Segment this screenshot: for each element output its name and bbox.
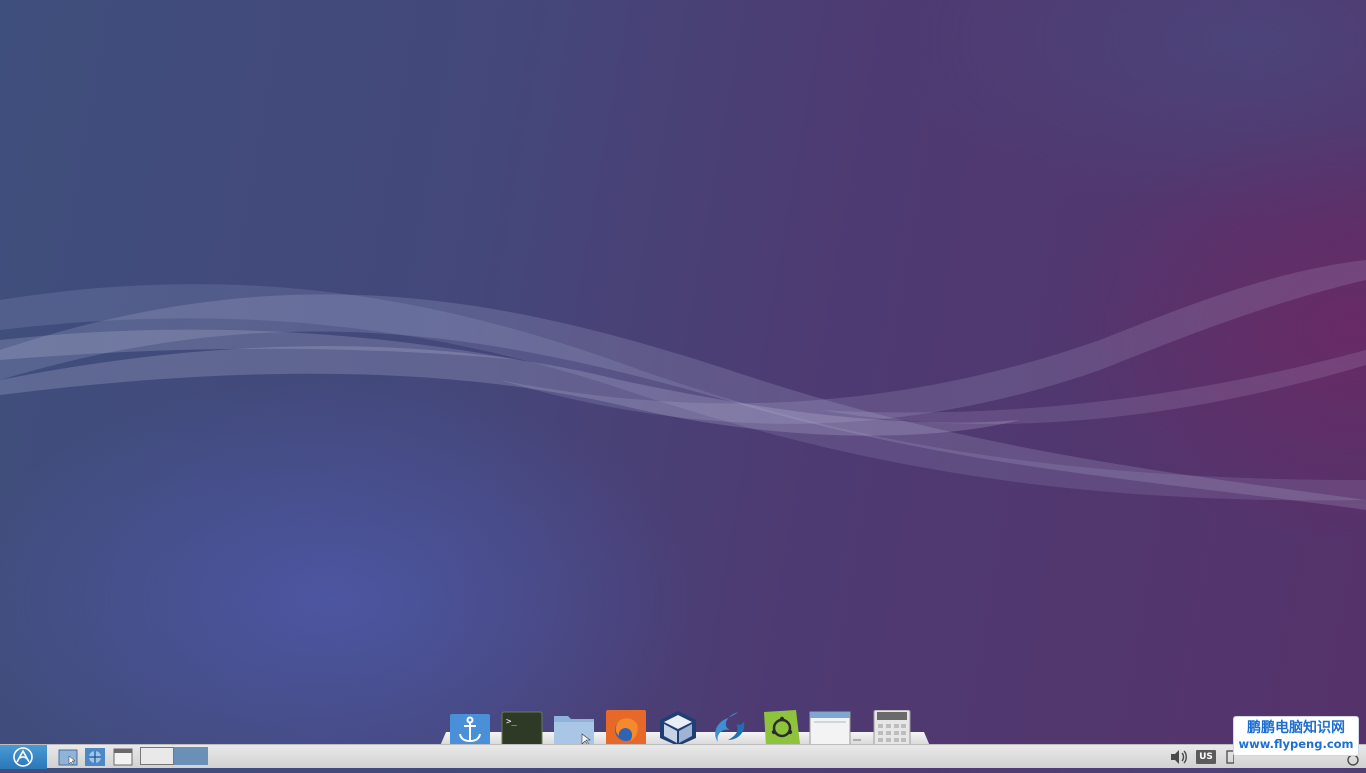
workspace-1[interactable] (140, 747, 174, 765)
terminal-icon[interactable]: >_ (500, 710, 544, 746)
calculator-icon[interactable] (870, 710, 914, 746)
window-app-icon[interactable] (808, 710, 852, 746)
speaker-icon[interactable] (1168, 745, 1190, 769)
network-icon[interactable] (84, 747, 106, 767)
watermark-title: 鹏鹏电脑知识网 (1247, 720, 1345, 736)
firefox-icon[interactable] (604, 710, 648, 746)
dock-separator (850, 710, 864, 746)
keyboard-layout-indicator[interactable]: US (1196, 750, 1216, 764)
watermark-url: www.flypeng.com (1238, 737, 1354, 751)
window-icon[interactable] (112, 747, 134, 767)
software-center-icon[interactable] (760, 710, 804, 746)
start-menu-button[interactable] (0, 745, 47, 769)
workspace-2[interactable] (174, 747, 208, 765)
anchor-icon[interactable] (448, 710, 492, 746)
file-manager-icon[interactable] (552, 710, 596, 746)
show-desktop-icon[interactable] (57, 747, 79, 767)
lxqt-swirl-icon[interactable] (708, 710, 752, 746)
workspace-pager (140, 747, 208, 767)
svg-text:>_: >_ (506, 717, 517, 727)
virtualbox-icon[interactable] (656, 710, 700, 746)
taskbar: US (0, 744, 1366, 769)
application-dock: >_ (440, 710, 930, 746)
lxqt-logo-icon (13, 747, 33, 767)
site-watermark: 鹏鹏电脑知识网 www.flypeng.com (1233, 716, 1359, 756)
desktop-wallpaper (0, 260, 1366, 510)
